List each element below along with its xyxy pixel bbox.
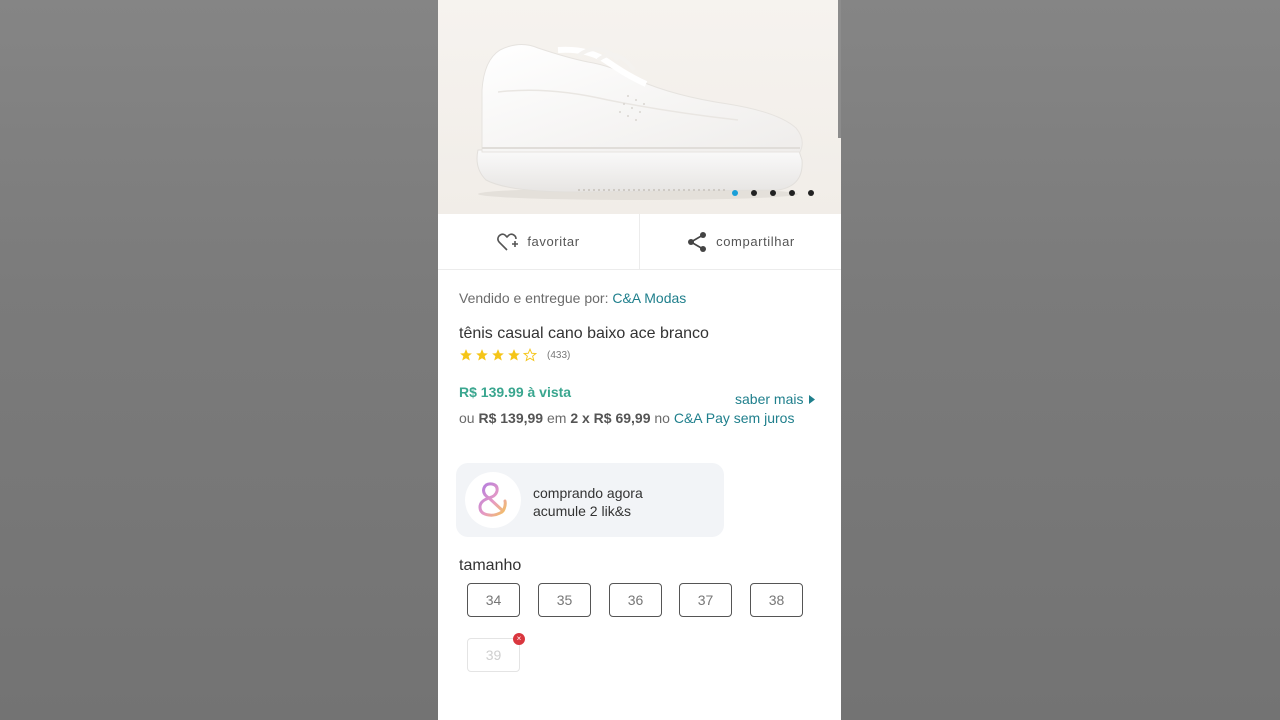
saber-mais-label: saber mais: [735, 391, 804, 407]
likes-logo: [465, 472, 521, 528]
carousel-dot[interactable]: [770, 190, 776, 196]
star-filled-icon: [460, 349, 472, 361]
share-button[interactable]: compartilhar: [639, 214, 841, 269]
favorite-button[interactable]: favoritar: [438, 214, 639, 269]
gallery-scrollbar[interactable]: [838, 0, 841, 138]
size-option-38[interactable]: 38: [750, 583, 803, 617]
installment-mid2: no: [654, 410, 670, 426]
product-rating[interactable]: (433): [459, 348, 570, 362]
product-page[interactable]: favoritar compartilhar Vendido e entregu…: [438, 0, 841, 720]
carousel-indicator[interactable]: [732, 190, 814, 196]
heart-plus-icon: [497, 232, 519, 251]
likes-promo-card: comprando agora acumule 2 lik&s: [456, 463, 724, 537]
installment-info: ou R$ 139,99 em 2 x R$ 69,99 no C&A Pay …: [459, 410, 794, 426]
sneaker-image: [476, 44, 803, 200]
size-option-39-unavailable[interactable]: 39 ×: [467, 633, 525, 672]
carousel-dot[interactable]: [808, 190, 814, 196]
installment-method-link[interactable]: C&A Pay sem juros: [674, 410, 795, 426]
likes-line-1: comprando agora: [533, 485, 643, 501]
installment-prefix: ou: [459, 410, 475, 426]
rating-count: (433): [547, 349, 571, 361]
carousel-dot[interactable]: [789, 190, 795, 196]
star-empty-icon: [523, 348, 537, 362]
product-title: tênis casual cano baixo ace branco: [459, 325, 709, 342]
seller-link[interactable]: C&A Modas: [612, 290, 686, 306]
share-icon: [688, 231, 707, 252]
right-backdrop: [841, 0, 1280, 720]
star-filled-icon: [476, 349, 488, 361]
product-gallery[interactable]: [438, 0, 841, 214]
saber-mais-link[interactable]: saber mais: [735, 391, 816, 407]
installment-mid: em: [546, 410, 567, 426]
size-option-36[interactable]: 36: [609, 583, 662, 617]
star-filled-icon: [492, 349, 504, 361]
size-value: 39: [485, 647, 502, 663]
product-actions: favoritar compartilhar: [438, 214, 841, 270]
ampersand-logo-icon: [478, 482, 509, 517]
size-label: tamanho: [459, 557, 522, 574]
seller-info: Vendido e entregue por: C&A Modas: [459, 290, 686, 306]
cash-price: R$ 139.99 à vista: [459, 384, 572, 400]
share-label: compartilhar: [716, 234, 795, 249]
likes-line-2: acumule 2 lik&s: [533, 503, 632, 519]
favorite-label: favoritar: [527, 234, 580, 249]
size-option-37[interactable]: 37: [679, 583, 732, 617]
size-option-35[interactable]: 35: [538, 583, 591, 617]
installment-total: R$ 139,99: [478, 410, 544, 426]
left-backdrop: [0, 0, 438, 720]
caret-right-icon: [809, 394, 816, 404]
seller-prefix: Vendido e entregue por:: [459, 290, 609, 306]
size-option-34[interactable]: 34: [467, 583, 520, 617]
unavailable-close-icon: ×: [513, 633, 525, 645]
installment-detail: 2 x R$ 69,99: [570, 410, 651, 426]
star-filled-icon: [508, 349, 520, 361]
carousel-dot[interactable]: [751, 190, 757, 196]
likes-text: comprando agora acumule 2 lik&s: [533, 484, 643, 520]
carousel-dot[interactable]: [732, 190, 738, 196]
